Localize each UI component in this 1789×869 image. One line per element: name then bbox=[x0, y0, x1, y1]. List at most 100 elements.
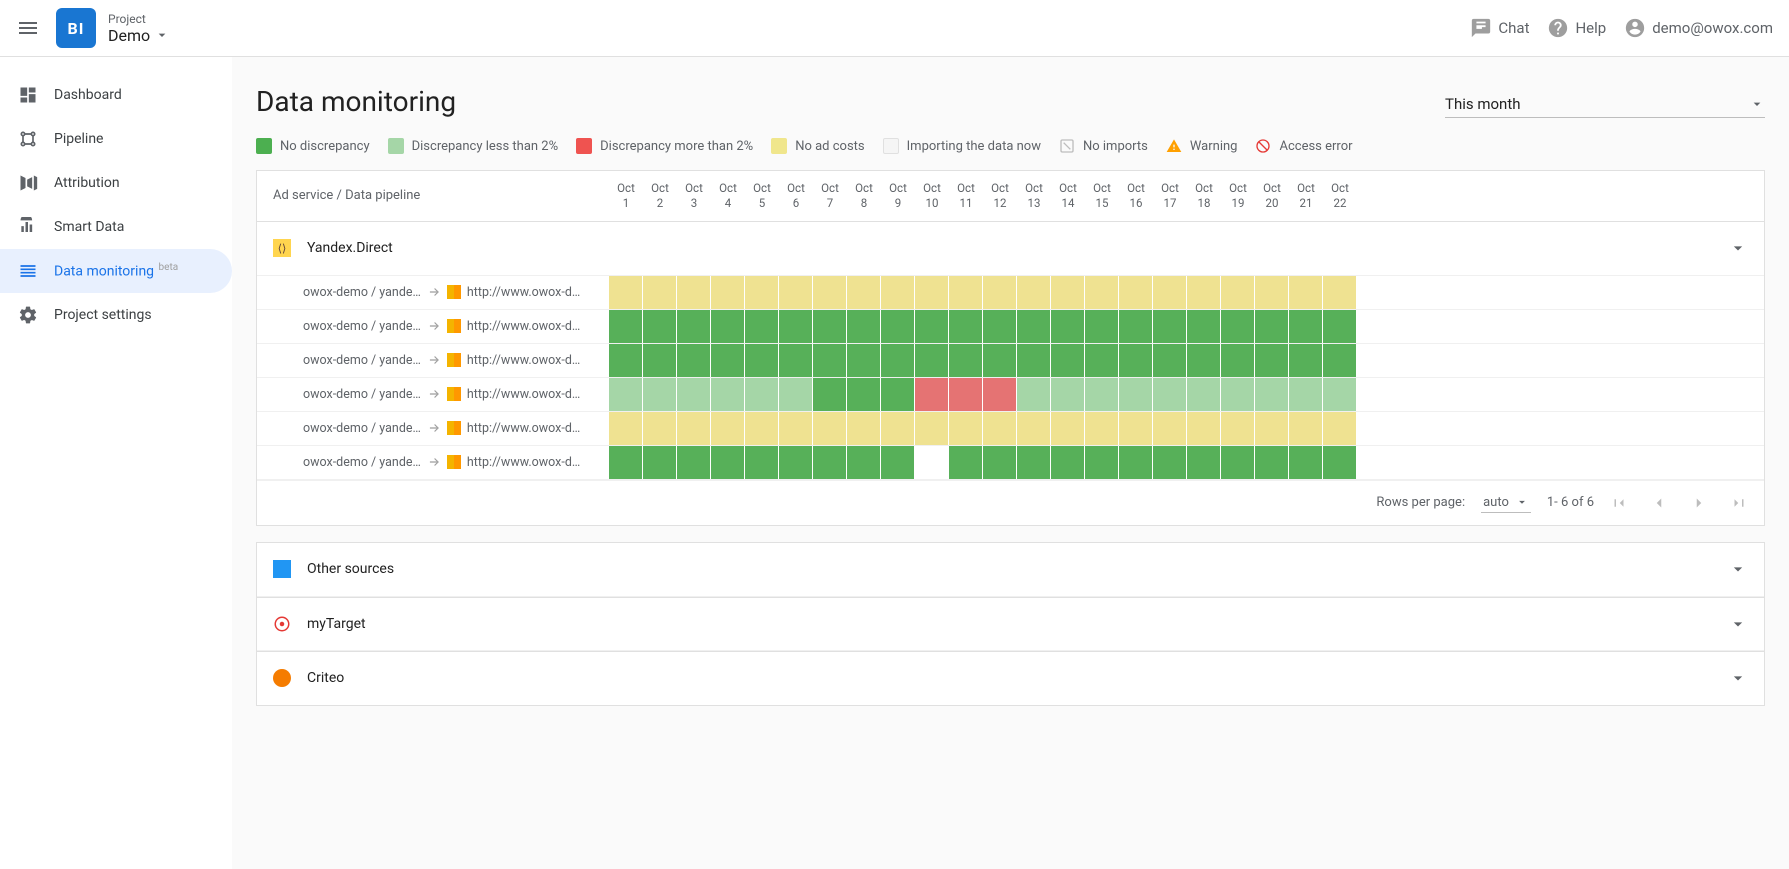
status-cell[interactable] bbox=[1119, 412, 1153, 445]
status-cell[interactable] bbox=[1153, 412, 1187, 445]
status-cell[interactable] bbox=[1323, 276, 1357, 309]
project-selector[interactable]: Project Demo bbox=[108, 12, 170, 45]
status-cell[interactable] bbox=[949, 446, 983, 479]
status-cell[interactable] bbox=[983, 276, 1017, 309]
date-range-selector[interactable]: This month bbox=[1445, 91, 1765, 118]
status-cell[interactable] bbox=[983, 344, 1017, 377]
status-cell[interactable] bbox=[1289, 344, 1323, 377]
status-cell[interactable] bbox=[711, 344, 745, 377]
status-cell[interactable] bbox=[1085, 276, 1119, 309]
status-cell[interactable] bbox=[1119, 344, 1153, 377]
sidebar-item-dashboard[interactable]: Dashboard bbox=[0, 73, 232, 117]
sidebar-item-attribution[interactable]: Attribution bbox=[0, 161, 232, 205]
status-cell[interactable] bbox=[1255, 344, 1289, 377]
status-cell[interactable] bbox=[983, 446, 1017, 479]
status-cell[interactable] bbox=[779, 344, 813, 377]
status-cell[interactable] bbox=[609, 446, 643, 479]
status-cell[interactable] bbox=[643, 412, 677, 445]
status-cell[interactable] bbox=[1085, 344, 1119, 377]
status-cell[interactable] bbox=[1017, 446, 1051, 479]
status-cell[interactable] bbox=[643, 378, 677, 411]
status-cell[interactable] bbox=[643, 344, 677, 377]
status-cell[interactable] bbox=[949, 412, 983, 445]
status-cell[interactable] bbox=[711, 310, 745, 343]
status-cell[interactable] bbox=[1289, 276, 1323, 309]
status-cell[interactable] bbox=[643, 276, 677, 309]
status-cell[interactable] bbox=[881, 446, 915, 479]
status-cell[interactable] bbox=[813, 446, 847, 479]
status-cell[interactable] bbox=[1153, 276, 1187, 309]
status-cell[interactable] bbox=[915, 378, 949, 411]
status-cell[interactable] bbox=[915, 310, 949, 343]
status-cell[interactable] bbox=[847, 378, 881, 411]
status-cell[interactable] bbox=[1289, 446, 1323, 479]
status-cell[interactable] bbox=[609, 378, 643, 411]
status-cell[interactable] bbox=[1051, 276, 1085, 309]
status-cell[interactable] bbox=[1289, 378, 1323, 411]
status-cell[interactable] bbox=[779, 378, 813, 411]
status-cell[interactable] bbox=[1051, 378, 1085, 411]
status-cell[interactable] bbox=[1323, 310, 1357, 343]
first-page-icon[interactable] bbox=[1610, 494, 1628, 512]
status-cell[interactable] bbox=[1085, 378, 1119, 411]
sidebar-item-pipeline[interactable]: Pipeline bbox=[0, 117, 232, 161]
status-cell[interactable] bbox=[1187, 412, 1221, 445]
data-row[interactable]: owox-demo / yande…http://www.owox-d… bbox=[257, 378, 1764, 412]
sidebar-item-settings[interactable]: Project settings bbox=[0, 293, 232, 337]
status-cell[interactable] bbox=[1085, 412, 1119, 445]
status-cell[interactable] bbox=[881, 276, 915, 309]
status-cell[interactable] bbox=[677, 310, 711, 343]
status-cell[interactable] bbox=[1051, 344, 1085, 377]
status-cell[interactable] bbox=[813, 378, 847, 411]
status-cell[interactable] bbox=[745, 310, 779, 343]
status-cell[interactable] bbox=[711, 446, 745, 479]
status-cell[interactable] bbox=[1187, 378, 1221, 411]
status-cell[interactable] bbox=[745, 446, 779, 479]
status-cell[interactable] bbox=[779, 412, 813, 445]
status-cell[interactable] bbox=[609, 412, 643, 445]
status-cell[interactable] bbox=[881, 378, 915, 411]
status-cell[interactable] bbox=[1187, 276, 1221, 309]
data-row[interactable]: owox-demo / yande…http://www.owox-d… bbox=[257, 446, 1764, 480]
status-cell[interactable] bbox=[745, 412, 779, 445]
status-cell[interactable] bbox=[1051, 412, 1085, 445]
status-cell[interactable] bbox=[711, 276, 745, 309]
status-cell[interactable] bbox=[1051, 310, 1085, 343]
status-cell[interactable] bbox=[1153, 446, 1187, 479]
status-cell[interactable] bbox=[1255, 276, 1289, 309]
next-page-icon[interactable] bbox=[1690, 494, 1708, 512]
status-cell[interactable] bbox=[1017, 378, 1051, 411]
status-cell[interactable] bbox=[1221, 412, 1255, 445]
status-cell[interactable] bbox=[1323, 412, 1357, 445]
status-cell[interactable] bbox=[881, 412, 915, 445]
status-cell[interactable] bbox=[677, 412, 711, 445]
help-button[interactable]: Help bbox=[1547, 17, 1606, 39]
status-cell[interactable] bbox=[847, 276, 881, 309]
section-row-mytarget[interactable]: myTarget bbox=[257, 597, 1764, 651]
status-cell[interactable] bbox=[813, 412, 847, 445]
user-menu[interactable]: demo@owox.com bbox=[1624, 17, 1773, 39]
status-cell[interactable] bbox=[813, 344, 847, 377]
status-cell[interactable] bbox=[1289, 412, 1323, 445]
status-cell[interactable] bbox=[1255, 310, 1289, 343]
status-cell[interactable] bbox=[949, 378, 983, 411]
status-cell[interactable] bbox=[1221, 276, 1255, 309]
status-cell[interactable] bbox=[915, 412, 949, 445]
section-row-yandex[interactable]: ⟨⟩Yandex.Direct bbox=[257, 222, 1764, 276]
status-cell[interactable] bbox=[1323, 344, 1357, 377]
status-cell[interactable] bbox=[915, 446, 949, 479]
status-cell[interactable] bbox=[1289, 310, 1323, 343]
status-cell[interactable] bbox=[1119, 310, 1153, 343]
status-cell[interactable] bbox=[847, 412, 881, 445]
status-cell[interactable] bbox=[983, 378, 1017, 411]
status-cell[interactable] bbox=[643, 310, 677, 343]
data-row[interactable]: owox-demo / yande…http://www.owox-d… bbox=[257, 412, 1764, 446]
status-cell[interactable] bbox=[1255, 412, 1289, 445]
status-cell[interactable] bbox=[1153, 378, 1187, 411]
status-cell[interactable] bbox=[1017, 276, 1051, 309]
status-cell[interactable] bbox=[1017, 344, 1051, 377]
status-cell[interactable] bbox=[1153, 344, 1187, 377]
app-logo[interactable]: BI bbox=[56, 8, 96, 48]
status-cell[interactable] bbox=[711, 378, 745, 411]
status-cell[interactable] bbox=[609, 344, 643, 377]
